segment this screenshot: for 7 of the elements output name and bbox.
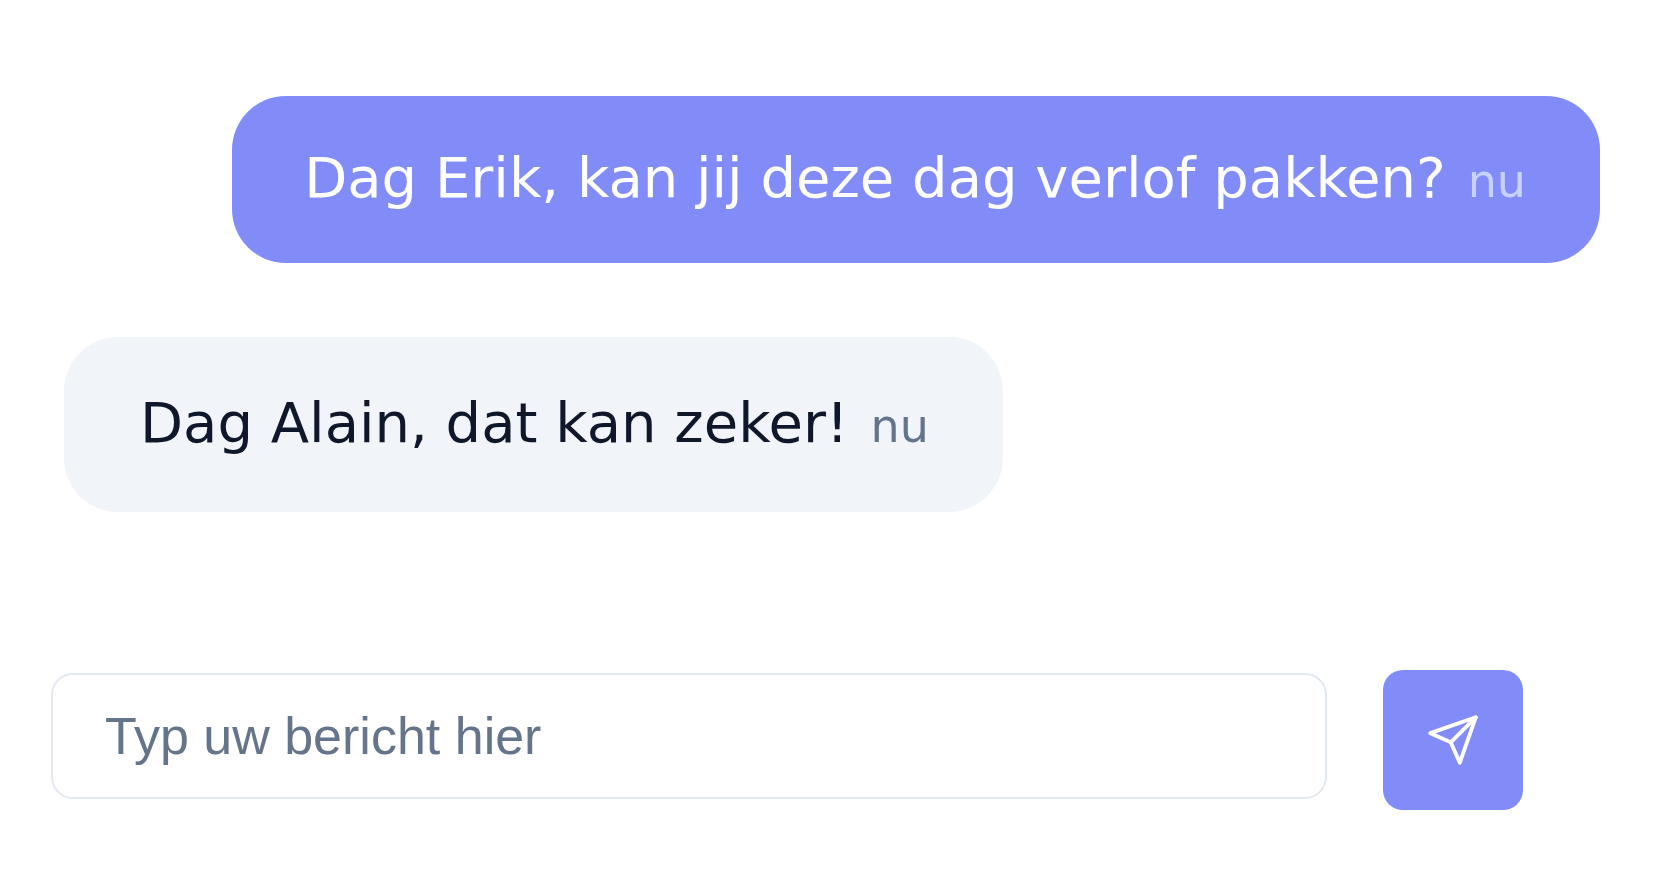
send-button[interactable] — [1383, 670, 1523, 810]
message-text: Dag Alain, dat kan zeker! — [140, 389, 849, 457]
message-text: Dag Erik, kan jij deze dag verlof pakken? — [304, 144, 1446, 212]
message-time: nu — [1467, 153, 1526, 210]
send-icon — [1428, 715, 1478, 765]
message-input[interactable]: Typ uw bericht hier — [51, 673, 1327, 799]
message-time: nu — [870, 398, 929, 455]
